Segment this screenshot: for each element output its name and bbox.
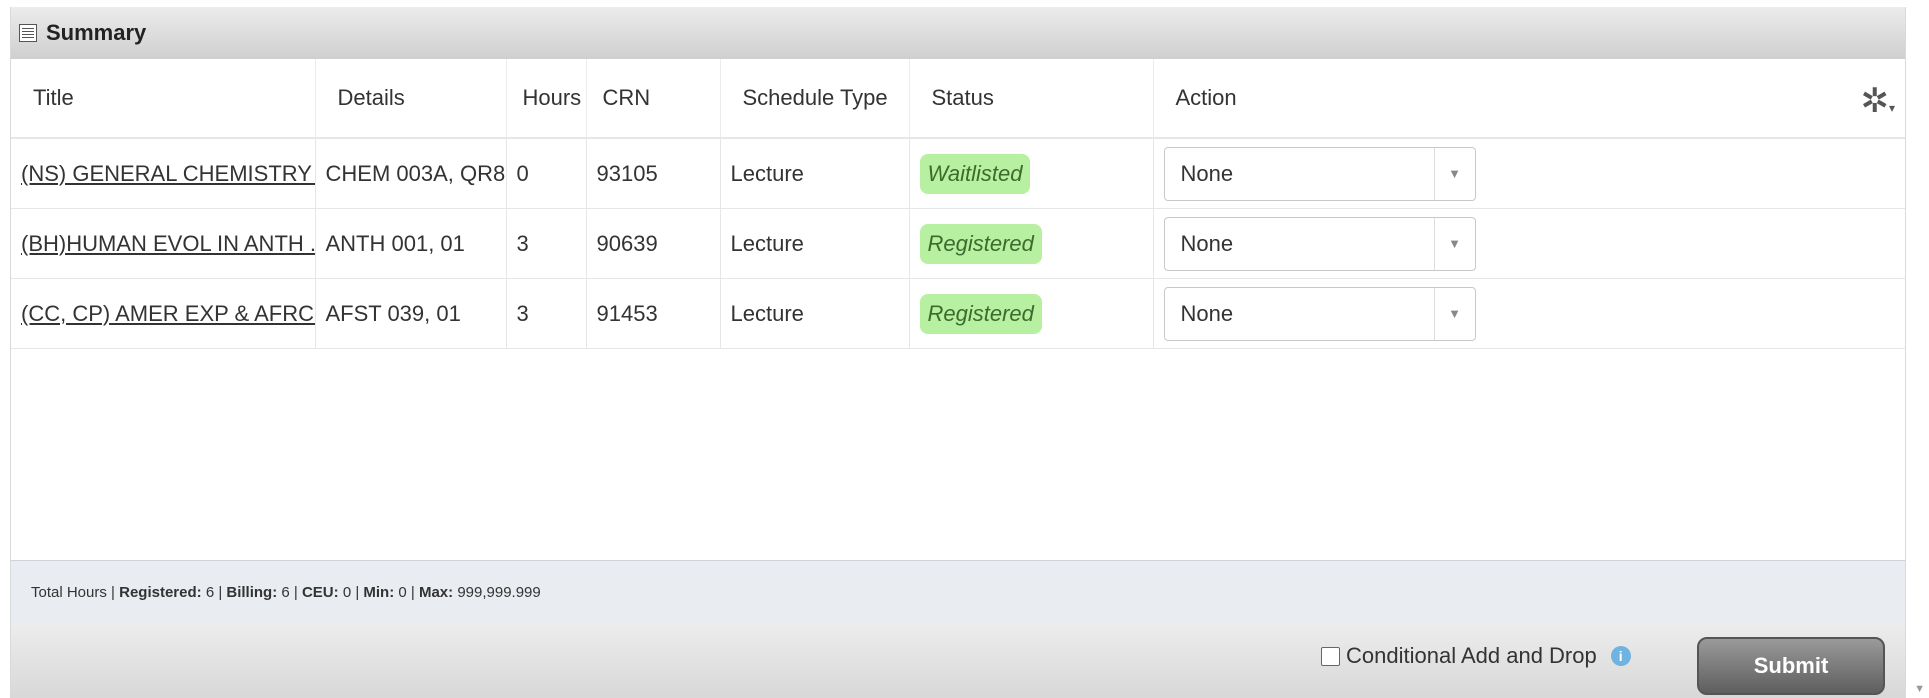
column-header-action-label: Action [1175,85,1237,110]
summary-table-icon [19,24,37,42]
chevron-down-icon[interactable]: ▼ [1433,287,1475,340]
ceu-value: 0 [342,583,352,601]
status-badge: Registered [919,293,1042,334]
registered-label: Registered: [119,583,202,601]
hours-cell: 3 [506,208,587,279]
panel-header: Summary [11,7,1905,59]
chevron-down-icon[interactable]: ▼ [1433,147,1475,200]
action-select-value: None [1180,160,1234,186]
min-value: 0 [398,583,407,601]
column-header-action[interactable]: Action ✲▾ [1153,59,1905,139]
scroll-down-arrow-icon[interactable]: ▼ [1914,683,1925,695]
registered-value: 6 [205,583,215,601]
crn-cell: 90639 [586,208,721,279]
details-cell: CHEM 003A, QR8 [315,138,507,209]
column-header-status[interactable]: Status [909,59,1154,139]
status-cell: Registered [909,278,1154,349]
action-cell: None ▼ [1153,278,1905,349]
action-cell: None ▼ [1153,138,1905,209]
crn-cell: 91453 [586,278,721,349]
course-title-link[interactable]: (CC, CP) AMER EXP & AFRC... [21,301,314,326]
gear-icon[interactable]: ✲▾ [1860,81,1895,121]
status-cell: Waitlisted [909,138,1154,209]
summary-panel: Summary Title Details Hours CRN Schedule… [10,7,1906,698]
status-cell: Registered [909,208,1154,279]
total-hours-bar: Total Hours | Registered: 6 | Billing: 6… [11,560,1905,624]
billing-label: Billing: [226,583,278,601]
details-cell: AFST 039, 01 [315,278,507,349]
hours-cell: 0 [506,138,587,209]
table-row: (CC, CP) AMER EXP & AFRC... AFST 039, 01… [11,278,1905,349]
ceu-label: CEU: [301,583,339,601]
title-cell: (BH)HUMAN EVOL IN ANTH ... [11,208,316,279]
action-select-value: None [1180,300,1234,326]
column-header-crn[interactable]: CRN [586,59,721,139]
title-cell: (NS) GENERAL CHEMISTRY I [11,138,316,209]
action-select[interactable]: None ▼ [1163,146,1476,201]
table-row: (NS) GENERAL CHEMISTRY I CHEM 003A, QR8 … [11,138,1905,209]
min-label: Min: [363,583,395,601]
panel-title: Summary [46,20,147,45]
schedule-type-cell: Lecture [720,208,910,279]
status-badge: Registered [919,223,1042,264]
schedule-type-cell: Lecture [720,278,910,349]
hours-cell: 3 [506,278,587,349]
column-header-hours[interactable]: Hours [506,59,587,139]
submit-button[interactable]: Submit [1697,637,1885,695]
registration-summary-table: Title Details Hours CRN Schedule Type St… [11,59,1905,349]
table-header-row: Title Details Hours CRN Schedule Type St… [11,59,1905,139]
schedule-type-cell: Lecture [720,138,910,209]
conditional-add-drop: Conditional Add and Drop i [1321,643,1631,669]
action-select[interactable]: None ▼ [1163,216,1476,271]
column-header-schedule-type[interactable]: Schedule Type [720,59,910,139]
max-value: 999,999.999 [457,583,541,601]
column-header-title[interactable]: Title [11,59,316,139]
billing-value: 6 [281,583,290,601]
info-icon[interactable]: i [1610,646,1631,666]
column-header-details[interactable]: Details [315,59,507,139]
title-cell: (CC, CP) AMER EXP & AFRC... [11,278,316,349]
action-select[interactable]: None ▼ [1163,286,1476,341]
chevron-down-icon[interactable]: ▼ [1433,217,1475,270]
action-select-value: None [1180,230,1234,256]
max-label: Max: [418,583,454,601]
status-badge: Waitlisted [919,153,1031,194]
crn-cell: 93105 [586,138,721,209]
details-cell: ANTH 001, 01 [315,208,507,279]
panel-footer: Conditional Add and Drop i Submit [11,623,1905,697]
course-title-link[interactable]: (BH)HUMAN EVOL IN ANTH ... [21,231,314,256]
total-hours-prefix: Total Hours | [31,583,115,601]
course-title-link[interactable]: (NS) GENERAL CHEMISTRY I [21,161,314,186]
conditional-add-drop-checkbox[interactable] [1321,646,1340,666]
table-row: (BH)HUMAN EVOL IN ANTH ... ANTH 001, 01 … [11,208,1905,279]
action-cell: None ▼ [1153,208,1905,279]
conditional-add-drop-label[interactable]: Conditional Add and Drop [1346,643,1597,669]
